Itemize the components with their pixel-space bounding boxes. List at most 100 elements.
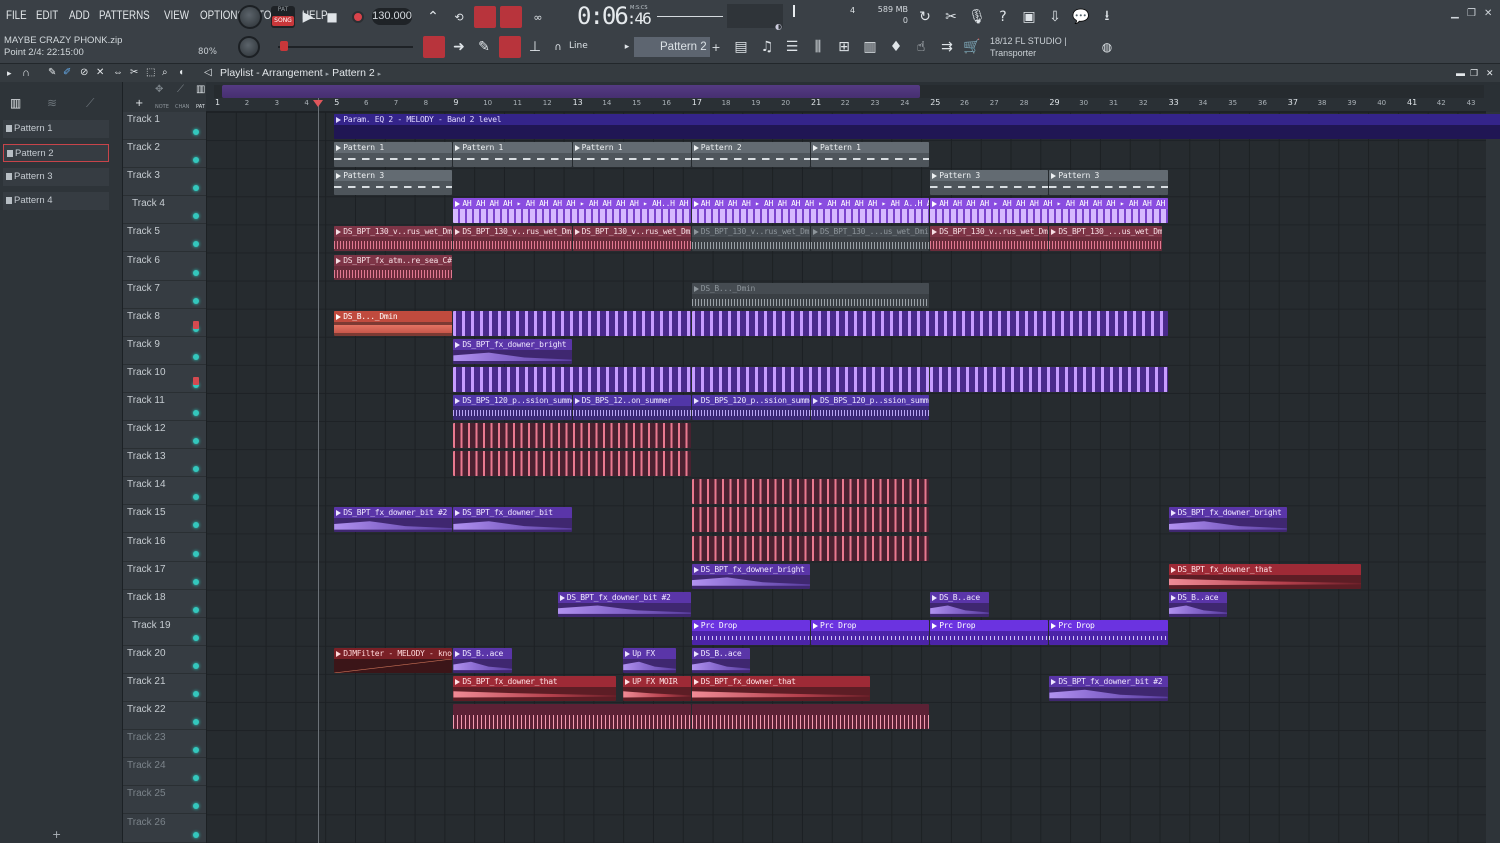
picker-add-icon[interactable]: +	[52, 828, 61, 841]
track-mute-led[interactable]	[193, 719, 199, 726]
playlist-clip[interactable]: Param. EQ 2 - MELODY - Band 2 level	[334, 114, 1500, 139]
track-mute-led[interactable]	[193, 129, 199, 135]
track-header[interactable]: Track 12	[123, 421, 206, 450]
track-name[interactable]: Track 26	[127, 817, 166, 828]
playlist-clip[interactable]	[453, 366, 691, 392]
track-name[interactable]: Track 20	[127, 648, 166, 659]
playlist-clip[interactable]: AH AH AH AH ▸ AH AH AH AH ▸ AH AH AH AH …	[453, 198, 691, 224]
restore-icon[interactable]: ❐	[1467, 8, 1476, 19]
track-header[interactable]: Track 3	[123, 168, 206, 197]
picker-piano-icon[interactable]: ▥	[10, 96, 21, 110]
track-name[interactable]: Track 4	[132, 198, 165, 209]
track-mute-led[interactable]	[193, 241, 199, 248]
playlist-clip[interactable]: DS_BPT_fx_downer_that	[691, 676, 870, 701]
playlist-clip[interactable]: DS_BPS_120_p..ssion_summer	[691, 395, 810, 420]
track-name[interactable]: Track 14	[127, 479, 166, 490]
save-icon[interactable]: ▣	[1018, 6, 1040, 28]
playlist-clip[interactable]	[691, 366, 930, 392]
playlist-clip[interactable]: Up FX	[623, 647, 676, 673]
playlist-clip[interactable]: Pattern 1	[334, 142, 453, 168]
playlist-clip[interactable]: AH AH AH AH ▸ AH AH AH AH ▸ AH AH AH AH …	[691, 198, 930, 224]
shop-cart-icon[interactable]: 🛒	[961, 36, 983, 58]
playlist-clip[interactable]: Prc Drop	[930, 619, 1049, 645]
playlist-clip[interactable]: AH AH AH AH ▸ AH AH AH AH ▸ AH AH AH AH …	[930, 198, 1168, 224]
picker-item-pattern-1[interactable]: Pattern 1	[3, 120, 109, 138]
playlist-clip[interactable]: Prc Drop	[691, 619, 810, 645]
pencil-tool-icon[interactable]: ✎	[48, 64, 56, 82]
playlist-clip[interactable]	[691, 704, 930, 730]
playlist-clip[interactable]: DS_BPT_fx_downer_that	[453, 676, 617, 701]
plugin-icon[interactable]: ⇉	[936, 36, 958, 58]
track-header[interactable]: Track 19	[123, 618, 206, 646]
track-header[interactable]: Track 6	[123, 253, 206, 281]
select-tool-icon[interactable]: ⬚	[146, 64, 155, 82]
track-name[interactable]: Track 7	[127, 283, 160, 294]
playlist-pattern-crumb[interactable]: Pattern 2	[332, 67, 375, 79]
loop-record-icon[interactable]: ∞	[527, 6, 549, 28]
track-header[interactable]: Track 2	[123, 140, 206, 169]
track-mute-led[interactable]	[193, 691, 199, 697]
track-header[interactable]: Track 20	[123, 646, 206, 674]
chan-filter-icon[interactable]: CHAN	[175, 104, 189, 110]
chat-icon[interactable]: 💬	[1070, 6, 1092, 28]
playlist-clip[interactable]: DS_BPT_130_v..rus_wet_Dmin	[930, 226, 1049, 252]
track-mute-led[interactable]	[193, 353, 199, 360]
playlist-clip[interactable]: DS_BPS_120_p..ssion_summer	[453, 395, 572, 420]
track-mute-led[interactable]	[193, 157, 199, 164]
track-piano-icon[interactable]: ▥	[196, 84, 205, 95]
playlist-clip[interactable]: DS_B..ace	[453, 647, 512, 673]
track-name[interactable]: Track 23	[127, 732, 166, 743]
paint-tool-icon[interactable]: ✐	[63, 64, 71, 82]
track-header[interactable]: Track 15	[123, 505, 206, 534]
vertical-scrollbar[interactable]	[1486, 112, 1500, 843]
playlist-clip[interactable]	[691, 535, 930, 561]
timeline-ruler[interactable]: 1 2 3 4 5 6 7 8 9 10 11 12 13 14 15 16 17 18 19 20 21 22 23 24 2…	[206, 98, 1486, 112]
picker-automation-icon[interactable]: ⟋	[86, 96, 94, 111]
track-name[interactable]: Track 8	[127, 311, 160, 322]
track-mute-led[interactable]	[193, 578, 199, 585]
playlist-clip[interactable]: DS_BPT_fx_downer_bit	[453, 507, 572, 533]
track-header[interactable]: Track 25	[123, 786, 206, 815]
track-mute-led[interactable]	[193, 410, 199, 416]
playlist-clip[interactable]: Pattern 1	[453, 142, 572, 168]
track-mute-led[interactable]	[193, 522, 199, 529]
track-name[interactable]: Track 18	[127, 592, 166, 603]
channel-rack-icon[interactable]: ☰	[781, 36, 803, 58]
track-lock-icon[interactable]	[193, 376, 199, 385]
playlist-clip[interactable]	[453, 423, 691, 449]
pat-filter-icon[interactable]: PAT	[196, 104, 205, 110]
track-lock-icon[interactable]	[193, 320, 199, 329]
wait-for-input-icon[interactable]: ⟲	[448, 6, 470, 28]
track-mute-led[interactable]	[193, 662, 199, 669]
playlist-clip[interactable]: Pattern 3	[334, 170, 453, 196]
playlist-clip[interactable]	[691, 310, 1168, 336]
magnet-icon[interactable]: ∩	[552, 40, 564, 54]
menu-patterns[interactable]: PATTERNS	[99, 10, 150, 22]
playlist-clip[interactable]: UP FX MOIR	[623, 676, 691, 701]
playlist-clip[interactable]: DS_BPT_fx_downer_bit #2	[1049, 676, 1168, 701]
track-mute-led[interactable]	[193, 550, 199, 557]
pitch-slider-handle[interactable]	[280, 41, 288, 51]
touch-controller-icon[interactable]: ☝	[910, 36, 932, 58]
playlist-clip[interactable]: Prc Drop	[1049, 619, 1168, 645]
stop-button[interactable]: ■	[322, 6, 342, 28]
arrow-right-icon[interactable]: ➜	[448, 36, 470, 58]
add-track-icon[interactable]: +	[135, 98, 143, 109]
typing-keyboard-button[interactable]	[499, 36, 521, 58]
track-mute-led[interactable]	[193, 803, 199, 810]
playlist-clip[interactable]: DS_BPT_130_v..rus_wet_Dmin	[334, 226, 453, 252]
track-header[interactable]: Track 5	[123, 224, 206, 253]
track-header[interactable]: Track 22	[123, 702, 206, 731]
playlist-clip[interactable]: DS_B..ace	[930, 591, 989, 617]
playlist-clip[interactable]	[453, 704, 691, 730]
download-icon[interactable]: ⭳	[1096, 6, 1118, 28]
meter-resize-icon[interactable]: ◐	[775, 22, 782, 31]
playlist-clip[interactable]: Pattern 3	[1049, 170, 1168, 196]
playlist-clip[interactable]: Pattern 2	[691, 142, 810, 168]
track-name[interactable]: Track 5	[127, 226, 160, 237]
track-header[interactable]: Track 24	[123, 758, 206, 787]
pat-song-toggle[interactable]: PAT SONG	[271, 6, 295, 28]
magnet-snap-icon[interactable]: ∩	[22, 64, 30, 82]
playlist-clip[interactable]	[691, 507, 930, 533]
track-name[interactable]: Track 19	[132, 620, 171, 631]
